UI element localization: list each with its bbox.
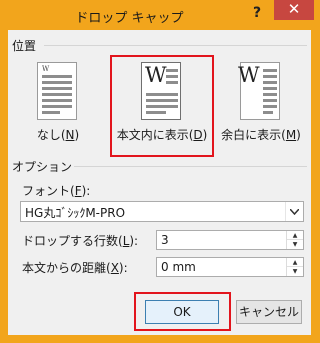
lines-value: 3 bbox=[161, 233, 169, 247]
position-section-label: 位置 bbox=[12, 39, 37, 53]
option-dropped-label: 本文内に表示(D) bbox=[116, 128, 208, 142]
distance-label: 本文からの距離(X): bbox=[22, 261, 128, 275]
distance-spinner[interactable]: 0 mm ▲ ▼ bbox=[156, 257, 304, 277]
big-w-letter: W bbox=[238, 63, 260, 87]
close-button[interactable]: ✕ bbox=[274, 0, 314, 20]
spin-up-icon[interactable]: ▲ bbox=[287, 258, 303, 267]
no-dropcap-icon: W bbox=[37, 62, 77, 120]
cancel-button[interactable]: キャンセル bbox=[236, 300, 302, 324]
font-label: フォント(F): bbox=[22, 184, 91, 198]
spin-up-icon[interactable]: ▲ bbox=[287, 231, 303, 240]
option-none-label: なし(N) bbox=[36, 128, 80, 142]
distance-spin-buttons[interactable]: ▲ ▼ bbox=[286, 258, 303, 276]
dialog-client-area: 位置 W なし(N) W 本文内に表示(D) W 余白に表示(M) オプション … bbox=[8, 30, 311, 335]
spin-down-icon[interactable]: ▼ bbox=[287, 267, 303, 276]
lines-spin-buttons[interactable]: ▲ ▼ bbox=[286, 231, 303, 249]
options-separator bbox=[74, 166, 307, 167]
dialog-title: ドロップ キャップ bbox=[75, 11, 184, 26]
option-margin[interactable]: W 余白に表示(M) bbox=[215, 62, 307, 157]
chevron-down-icon[interactable] bbox=[285, 202, 303, 221]
close-icon: ✕ bbox=[287, 0, 301, 18]
option-margin-label: 余白に表示(M) bbox=[221, 128, 301, 142]
dialog-window: ドロップ キャップ ? ✕ 位置 W なし(N) W 本文内に表示(D) W 余… bbox=[0, 0, 319, 343]
font-combo[interactable]: HG丸ｺﾞｼｯｸM-PRO bbox=[20, 201, 304, 222]
font-value: HG丸ｺﾞｼｯｸM-PRO bbox=[25, 206, 126, 220]
help-button[interactable]: ? bbox=[247, 4, 267, 22]
lines-spinner[interactable]: 3 ▲ ▼ bbox=[156, 230, 304, 250]
distance-value: 0 mm bbox=[161, 260, 196, 274]
options-section-label: オプション bbox=[12, 160, 73, 174]
option-none[interactable]: W なし(N) bbox=[12, 62, 104, 157]
title-bar[interactable]: ドロップ キャップ ? ✕ bbox=[0, 0, 319, 30]
lines-label: ドロップする行数(L): bbox=[22, 234, 139, 248]
big-w-letter: W bbox=[145, 63, 167, 87]
in-margin-icon: W bbox=[238, 62, 280, 120]
ok-button[interactable]: OK bbox=[145, 300, 219, 324]
spin-down-icon[interactable]: ▼ bbox=[287, 240, 303, 249]
dropped-in-text-icon: W bbox=[141, 62, 181, 120]
small-w-letter: W bbox=[42, 65, 50, 73]
option-dropped[interactable]: W 本文内に表示(D) bbox=[116, 62, 208, 157]
position-separator bbox=[44, 45, 307, 46]
